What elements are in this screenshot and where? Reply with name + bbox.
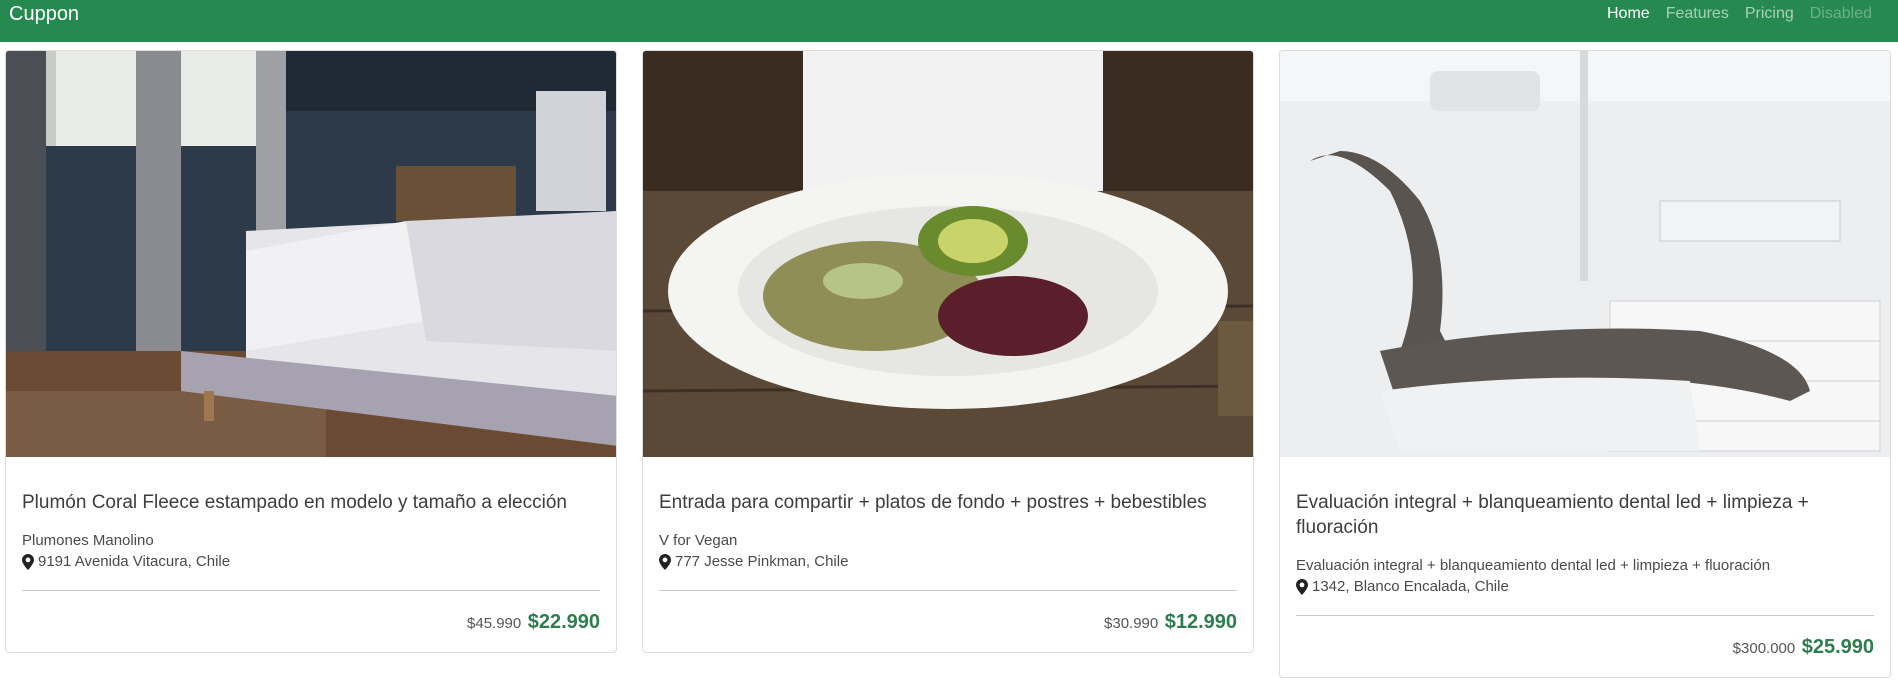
card-body: Entrada para compartir + platos de fondo… [643,490,1253,652]
card-title[interactable]: Plumón Coral Fleece estampado en modelo … [22,490,600,515]
map-marker-icon [22,554,34,570]
card-title[interactable]: Evaluación integral + blanqueamiento den… [1296,490,1874,540]
map-marker-icon [659,554,671,570]
card-address: 9191 Avenida Vitacura, Chile [22,551,600,573]
old-price: $300.000 [1732,640,1796,657]
deal-card[interactable]: Evaluación integral + blanqueamiento den… [1279,50,1891,678]
deal-card[interactable]: Entrada para compartir + platos de fondo… [642,50,1254,653]
card-body: Evaluación integral + blanqueamiento den… [1280,490,1890,677]
top-navbar: Cuppon Home Features Pricing Disabled [0,0,1898,42]
card-address-text: 1342, Blanco Encalada, Chile [1312,578,1509,595]
bedroom-photo[interactable] [6,51,616,457]
card-address: 777 Jesse Pinkman, Chile [659,551,1237,573]
salad-plate-photo[interactable] [643,51,1253,457]
card-address: 1342, Blanco Encalada, Chile [1296,576,1874,598]
nav-links: Home Features Pricing Disabled [1599,4,1880,24]
brand-logo[interactable]: Cuppon [9,3,79,25]
card-vendor: V for Vegan [659,532,738,549]
nav-link-pricing[interactable]: Pricing [1737,4,1802,24]
card-title[interactable]: Entrada para compartir + platos de fondo… [659,490,1237,515]
card-vendor: Plumones Manolino [22,532,154,549]
price-row: $45.990 $22.990 [22,591,600,652]
nav-link-features[interactable]: Features [1658,4,1737,24]
dental-chair-photo[interactable] [1280,51,1890,457]
nav-link-disabled: Disabled [1809,5,1872,22]
card-address-text: 9191 Avenida Vitacura, Chile [38,553,231,570]
card-address-text: 777 Jesse Pinkman, Chile [675,553,849,570]
map-marker-icon [1296,579,1308,595]
card-vendor: Evaluación integral + blanqueamiento den… [1296,557,1771,574]
card-body: Plumón Coral Fleece estampado en modelo … [6,490,616,652]
new-price: $12.990 [1164,611,1237,633]
price-row: $30.990 $12.990 [659,591,1237,652]
old-price: $30.990 [1104,615,1159,632]
new-price: $22.990 [527,611,600,633]
old-price: $45.990 [467,615,522,632]
price-row: $300.000 $25.990 [1296,616,1874,677]
deal-card[interactable]: Plumón Coral Fleece estampado en modelo … [5,50,617,653]
nav-link-home[interactable]: Home [1599,4,1658,24]
new-price: $25.990 [1801,636,1874,658]
